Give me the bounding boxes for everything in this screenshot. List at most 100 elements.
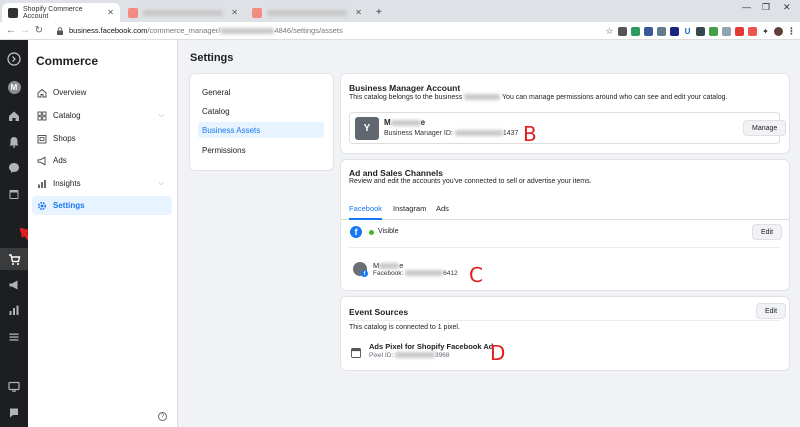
extension-icon[interactable] <box>618 26 627 36</box>
account-avatar-icon[interactable]: M <box>7 80 21 94</box>
forward-icon[interactable]: → <box>18 25 32 36</box>
tab-ads[interactable]: Ads <box>436 204 449 220</box>
card-subtitle: This catalog is connected to 1 pixel. <box>349 324 460 331</box>
home-icon <box>37 88 47 98</box>
tab-favicon-icon <box>252 7 262 18</box>
settings-menu-business-assets[interactable]: Business Assets <box>198 122 324 138</box>
event-sources-card: Event Sources Edit This catalog is conne… <box>341 297 789 370</box>
browser-tab-bar: Shopify Commerce Account ✕ ✕ ✕ + — ❐ ✕ <box>0 0 800 22</box>
profile-avatar[interactable] <box>774 26 783 36</box>
blurred-tab-title <box>143 9 223 16</box>
page-facebook-id: Facebook: 6412 <box>373 270 458 277</box>
extension-icon[interactable] <box>670 26 679 36</box>
grid-icon <box>37 111 47 121</box>
megaphone-icon <box>37 156 47 166</box>
url-path-prefix: /commerce_manager/ <box>147 26 221 35</box>
menu-dots-icon[interactable]: ⋮ <box>787 26 796 36</box>
home-icon[interactable] <box>7 109 21 123</box>
url-field[interactable]: business.facebook.com /commerce_manager/… <box>56 26 343 35</box>
facebook-badge-icon: f <box>361 270 368 277</box>
nav-item-insights[interactable]: Insights ⌵ <box>32 174 172 193</box>
divider <box>349 247 781 248</box>
browser-tab-2[interactable]: ✕ <box>122 3 244 22</box>
manage-button[interactable]: Manage <box>743 120 787 136</box>
extension-icon[interactable] <box>735 26 744 36</box>
chevron-down-icon: ⌵ <box>158 111 164 119</box>
settings-menu-catalog[interactable]: Catalog <box>198 103 324 119</box>
business-name-start: M <box>384 118 391 127</box>
minimize-icon[interactable]: — <box>742 2 751 12</box>
nav-item-ads[interactable]: Ads <box>32 151 172 170</box>
close-tab-icon[interactable]: ✕ <box>107 8 114 17</box>
extension-icon[interactable] <box>748 26 757 36</box>
extension-icon[interactable]: U <box>683 26 692 36</box>
help-icon[interactable]: ? <box>158 412 167 421</box>
extension-icon[interactable] <box>722 26 731 36</box>
browser-tab-3[interactable]: ✕ <box>246 3 368 22</box>
desktop-icon[interactable] <box>7 380 21 394</box>
subtitle-prefix: This catalog belongs to the business <box>349 94 463 101</box>
settings-menu-permissions[interactable]: Permissions <box>198 142 324 158</box>
nav-item-shops[interactable]: Shops <box>32 129 172 148</box>
all-tools-menu-icon[interactable] <box>7 330 21 344</box>
chevron-down-icon: ⌵ <box>158 179 164 187</box>
business-avatar: Y <box>355 117 379 140</box>
megaphone-icon[interactable] <box>7 278 21 292</box>
business-name: Me <box>384 118 425 127</box>
window-close-icon[interactable]: ✕ <box>783 2 791 13</box>
tab-title: Shopify Commerce Account <box>23 5 83 20</box>
analytics-icon[interactable] <box>7 303 21 317</box>
close-tab-icon[interactable]: ✕ <box>231 8 238 17</box>
page-id-end: 6412 <box>443 270 458 277</box>
meta-logo-icon[interactable] <box>7 52 21 66</box>
settings-menu-general[interactable]: General <box>198 84 324 100</box>
extension-icon[interactable] <box>709 26 718 36</box>
annotation-d: D <box>490 341 506 365</box>
maximize-icon[interactable]: ❐ <box>762 2 770 13</box>
facebook-logo-icon: f <box>350 226 362 238</box>
pixel-id: Pixel ID: 3968 <box>369 352 449 359</box>
tab-facebook[interactable]: Facebook <box>349 204 382 220</box>
page-title: Settings <box>190 52 234 64</box>
shop-icon <box>37 134 47 144</box>
extension-icon[interactable] <box>657 26 666 36</box>
nav-item-overview[interactable]: Overview <box>32 83 172 102</box>
edit-event-sources-button[interactable]: Edit <box>756 303 787 319</box>
nav-item-settings[interactable]: Settings <box>32 196 172 215</box>
tab-favicon-icon <box>128 7 138 18</box>
notifications-icon[interactable] <box>7 135 21 149</box>
close-tab-icon[interactable]: ✕ <box>355 8 362 17</box>
messages-icon[interactable] <box>7 161 21 175</box>
id-label: Business Manager ID: <box>384 130 453 137</box>
page-name-end: e <box>399 261 404 270</box>
extension-icon[interactable] <box>644 26 653 36</box>
ad-sales-channels-card: Ad and Sales Channels Review and edit th… <box>341 160 789 290</box>
card-title: Event Sources <box>349 307 409 317</box>
nav-label: Catalog <box>53 111 81 120</box>
extension-icon[interactable] <box>696 26 705 36</box>
card-title: Ad and Sales Channels <box>349 168 443 178</box>
star-icon[interactable]: ☆ <box>605 26 614 36</box>
edit-channels-button[interactable]: Edit <box>752 224 783 240</box>
browser-tab-active[interactable]: Shopify Commerce Account ✕ <box>2 3 120 22</box>
address-bar: ← → ↻ business.facebook.com /commerce_ma… <box>0 22 800 40</box>
tab-instagram[interactable]: Instagram <box>393 204 426 220</box>
calendar-icon[interactable] <box>7 187 21 201</box>
divider <box>349 320 781 321</box>
feedback-flag-icon[interactable] <box>7 406 21 420</box>
new-tab-icon[interactable]: + <box>370 3 384 22</box>
url-path-suffix: 4846/settings/assets <box>274 26 343 35</box>
card-subtitle: This catalog belongs to the business You… <box>349 94 727 101</box>
url-host: business.facebook.com <box>69 26 148 35</box>
reload-icon[interactable]: ↻ <box>32 25 46 36</box>
extension-icon[interactable] <box>631 26 640 36</box>
business-name-end: e <box>420 118 426 127</box>
pixel-id-end: 3968 <box>435 352 450 359</box>
blurred-page-name <box>379 263 400 270</box>
nav-item-catalog[interactable]: Catalog ⌵ <box>32 106 172 125</box>
annotation-b: B <box>523 122 537 146</box>
puzzle-icon[interactable]: ✦ <box>761 26 770 36</box>
visible-status-dot <box>369 230 374 235</box>
blurred-id <box>454 130 503 137</box>
back-icon[interactable]: ← <box>4 25 18 36</box>
